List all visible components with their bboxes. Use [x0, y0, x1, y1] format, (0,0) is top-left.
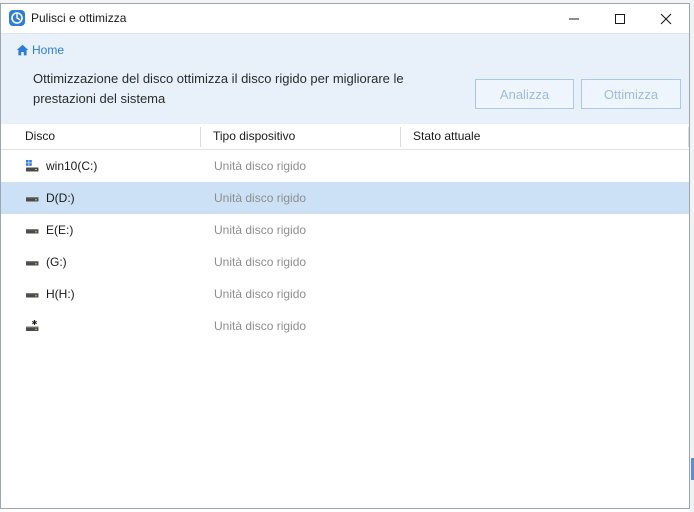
device-type: Unità disco rigido — [214, 319, 307, 333]
maximize-button[interactable] — [597, 4, 643, 33]
disk-name: E(E:) — [46, 223, 74, 237]
disk-name: D(D:) — [46, 191, 75, 205]
table-row[interactable]: D(D:) Unità disco rigido — [1, 182, 689, 214]
maximize-icon — [615, 13, 625, 24]
table-header: Disco Tipo dispositivo Stato attuale — [1, 124, 689, 150]
column-header-device-type[interactable]: Tipo dispositivo — [213, 124, 295, 149]
column-divider[interactable] — [200, 127, 201, 147]
optimize-header: Home Ottimizzazione del disco ottimizza … — [1, 33, 689, 125]
optimize-description: Ottimizzazione del disco ottimizza il di… — [33, 71, 404, 106]
disk-name: (G:) — [46, 255, 67, 269]
breadcrumb-home[interactable]: Home — [16, 43, 64, 57]
app-logo-icon — [9, 10, 25, 26]
window-title: Pulisci e ottimizza — [31, 11, 127, 25]
device-type: Unità disco rigido — [214, 223, 307, 237]
table-row[interactable]: H(H:) Unità disco rigido — [1, 278, 689, 310]
disk-table: Disco Tipo dispositivo Stato attuale win… — [1, 124, 689, 342]
minimize-button[interactable] — [551, 4, 597, 33]
column-divider[interactable] — [400, 127, 401, 147]
table-row[interactable]: (G:) Unità disco rigido — [1, 246, 689, 278]
table-row[interactable]: win10(C:) Unità disco rigido — [1, 150, 689, 182]
device-type: Unità disco rigido — [214, 255, 307, 269]
desktop-background-right — [690, 0, 694, 512]
hard-drive-icon — [26, 229, 39, 234]
table-row[interactable]: E(E:) Unità disco rigido — [1, 214, 689, 246]
device-type: Unità disco rigido — [214, 191, 307, 205]
breadcrumb-home-label[interactable]: Home — [32, 43, 64, 57]
column-header-disk[interactable]: Disco — [25, 124, 55, 149]
optimize-button[interactable]: Ottimizza — [581, 79, 681, 109]
clean-optimize-window: Pulisci e ottimizza Home Ottimizzazione … — [0, 3, 690, 509]
unallocated-drive-icon — [26, 320, 39, 331]
device-type: Unità disco rigido — [214, 159, 307, 173]
hard-drive-icon — [26, 261, 39, 266]
device-type: Unità disco rigido — [214, 287, 307, 301]
column-divider — [688, 127, 689, 147]
hard-drive-icon — [26, 197, 39, 202]
table-row[interactable]: Unità disco rigido — [1, 310, 689, 342]
close-button[interactable] — [643, 4, 689, 33]
disk-name: win10(C:) — [46, 159, 98, 173]
minimize-icon — [569, 18, 579, 19]
close-icon — [660, 13, 672, 24]
analyze-button[interactable]: Analizza — [475, 79, 574, 109]
windows-drive-icon — [26, 160, 39, 172]
title-bar[interactable]: Pulisci e ottimizza — [1, 4, 689, 33]
hard-drive-icon — [26, 293, 39, 298]
column-header-current-state[interactable]: Stato attuale — [413, 124, 480, 149]
disk-name: H(H:) — [46, 287, 75, 301]
home-icon — [16, 44, 29, 56]
